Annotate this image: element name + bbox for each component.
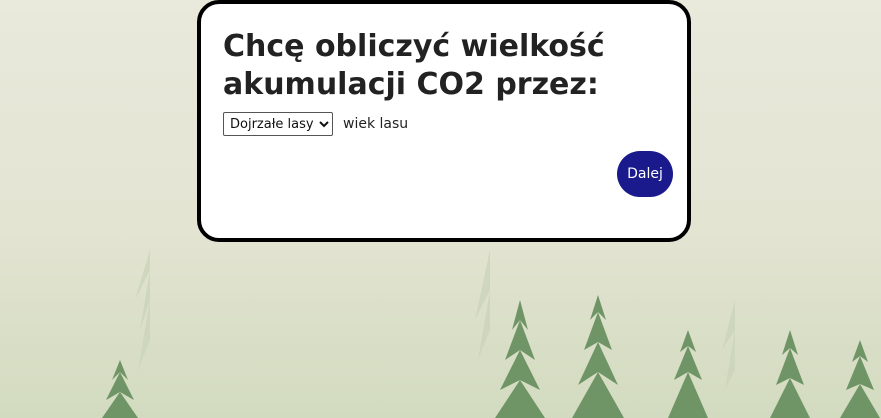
forest-age-label: wiek lasu (343, 116, 409, 132)
co2-form-card: Chcę obliczyć wielkość akumulacji CO2 pr… (197, 0, 691, 242)
form-title: Chcę obliczyć wielkość akumulacji CO2 pr… (223, 29, 605, 102)
forest-options-row: Dojrzałe lasy wiek lasu (223, 112, 408, 136)
forest-type-select[interactable]: Dojrzałe lasy (223, 112, 333, 136)
next-button[interactable]: Dalej (617, 151, 673, 197)
